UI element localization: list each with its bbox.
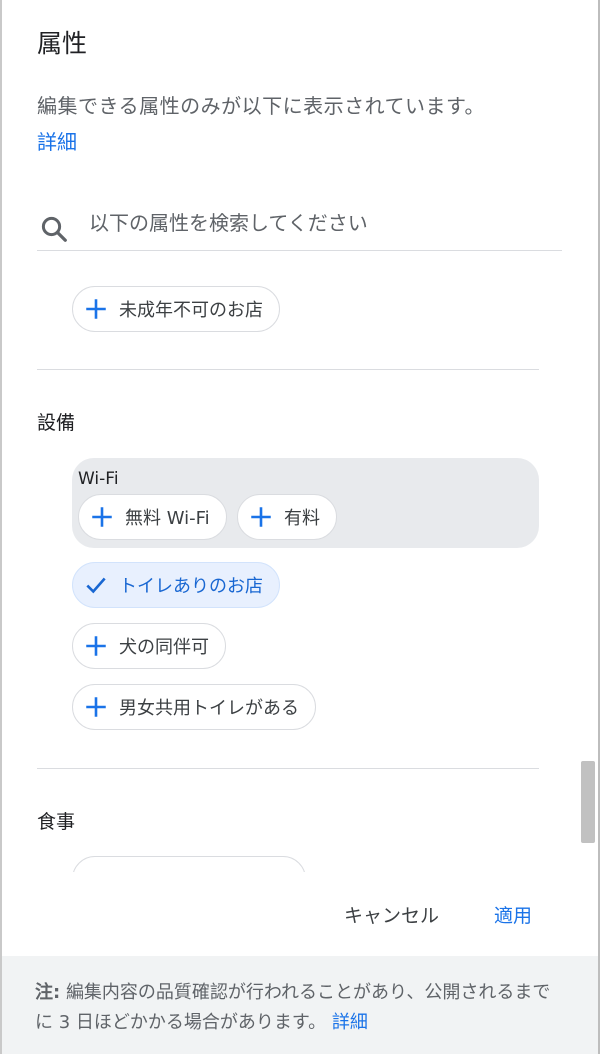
search-icon (41, 216, 67, 242)
details-link[interactable]: 詳細 (37, 126, 77, 155)
scrollbar-thumb[interactable] (581, 761, 595, 843)
dialog-description: 編集できる属性のみが以下に表示されています。 (37, 94, 485, 118)
section-title-meals: 食事 (37, 811, 76, 833)
footer-details-link[interactable]: 詳細 (332, 1012, 368, 1033)
plus-icon (86, 299, 106, 319)
chip-label: トイレありのお店 (119, 576, 263, 597)
plus-icon (251, 507, 271, 527)
chip-label: 無料 Wi-Fi (125, 508, 210, 529)
note-text: 編集内容の品質確認が行われることがあり、公開されるまでに 3 日ほどかかる場合が… (35, 982, 551, 1033)
chip-restroom[interactable]: トイレありのお店 (72, 562, 280, 608)
chip-gender-neutral-restroom[interactable]: 男女共用トイレがある (72, 684, 316, 730)
section-title-facilities: 設備 (37, 412, 76, 434)
attribute-search (37, 196, 562, 251)
chip-label: 男女共用トイレがある (119, 698, 299, 719)
attributes-dialog: 属性 編集できる属性のみが以下に表示されています。 詳細 未成年不可のお店 設備… (0, 0, 600, 1054)
check-icon (86, 577, 106, 594)
chip-label: 犬の同伴可 (119, 637, 209, 658)
plus-icon (92, 507, 112, 527)
chip-label: 有料 (284, 508, 320, 529)
chip-paid-wifi[interactable]: 有料 (237, 494, 337, 540)
chip-label: 未成年不可のお店 (119, 300, 263, 321)
wifi-group-label: Wi-Fi (78, 469, 119, 489)
cancel-button[interactable]: キャンセル (332, 896, 451, 932)
chip-adults-only[interactable]: 未成年不可のお店 (72, 286, 280, 332)
section-divider (37, 369, 539, 370)
plus-icon (86, 697, 106, 717)
search-input[interactable] (89, 206, 554, 240)
footer-note-text: 注: 編集内容の品質確認が行われることがあり、公開されるまでに 3 日ほどかかる… (35, 978, 565, 1038)
plus-icon (86, 636, 106, 656)
chip-free-wifi[interactable]: 無料 Wi-Fi (78, 494, 227, 540)
section-divider (37, 768, 539, 769)
apply-button[interactable]: 適用 (484, 896, 542, 932)
dialog-title: 属性 (37, 29, 88, 58)
chip-dogs-allowed[interactable]: 犬の同伴可 (72, 623, 226, 669)
note-label: 注: (35, 982, 61, 1003)
